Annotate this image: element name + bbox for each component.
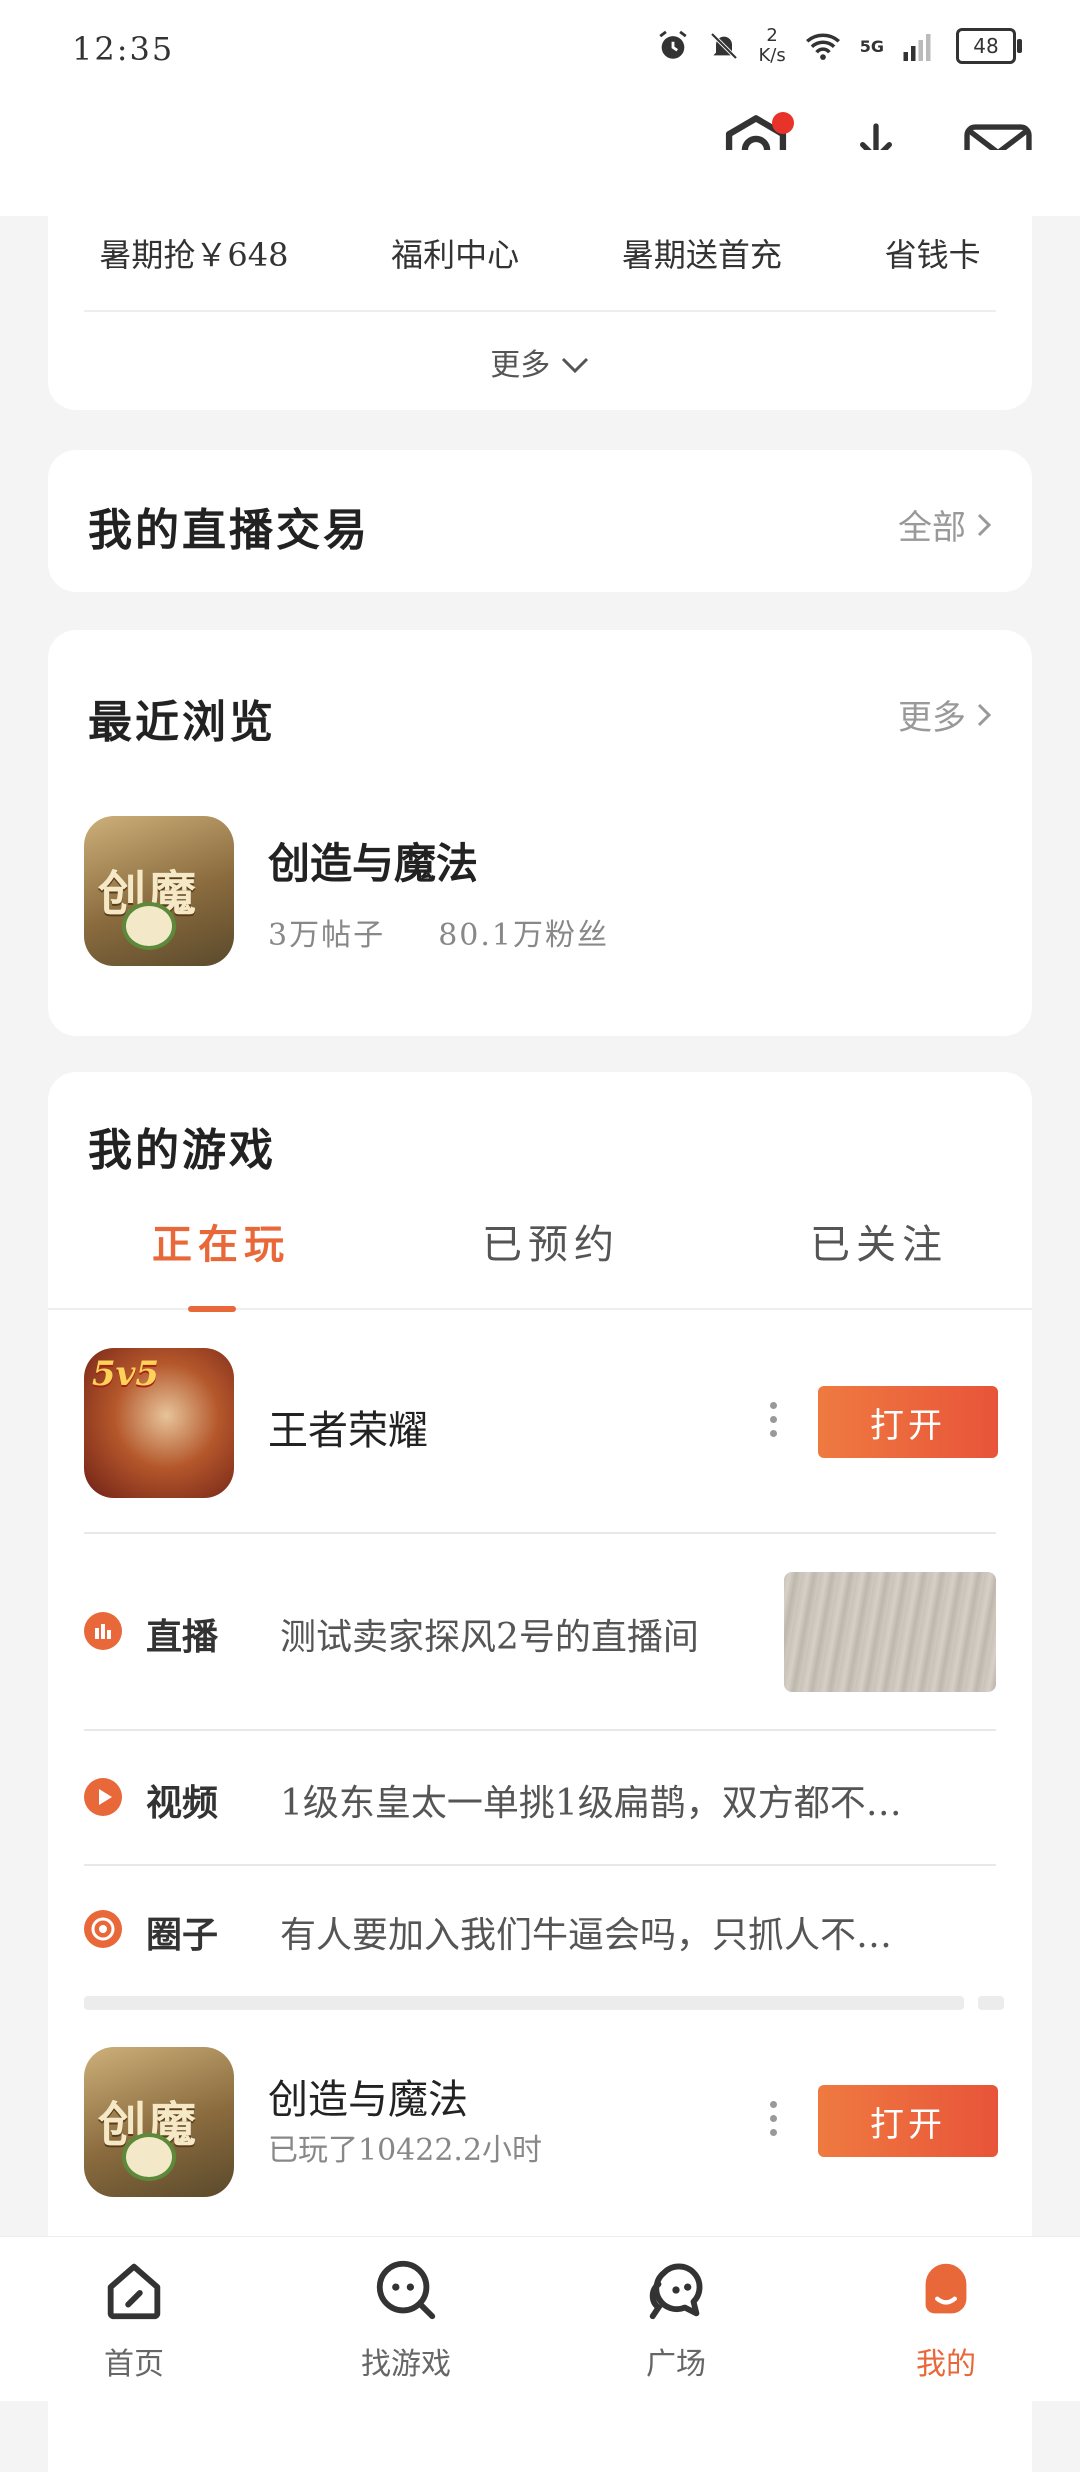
chevron-right-icon	[977, 513, 992, 536]
quick-menu-card: 暑期抢￥648 福利中心 暑期送首充 省钱卡 更多	[48, 150, 1032, 410]
game-tabs: 正在玩 已预约 已关注	[48, 1212, 1032, 1312]
quick-item-summer-first-charge[interactable]: 暑期送首充	[622, 230, 782, 276]
divider	[84, 1729, 996, 1731]
game-icon-chuangzao: 创魔	[84, 816, 234, 966]
notification-dot	[772, 112, 794, 134]
bottom-nav: 首页 找游戏 广场 我的	[0, 2236, 1080, 2401]
game-name: 王者荣耀	[268, 1408, 428, 1454]
game-name: 创造与魔法	[268, 2077, 468, 2123]
nav-home[interactable]: 首页	[54, 2255, 214, 2383]
quick-item-summer-648[interactable]: 暑期抢￥648	[99, 230, 288, 276]
profile-icon	[925, 2263, 967, 2314]
nav-square[interactable]: 广场	[596, 2255, 756, 2383]
status-time: 12:35	[72, 30, 175, 68]
open-game-button[interactable]: 打开	[818, 2085, 998, 2157]
quick-menu-items: 暑期抢￥648 福利中心 暑期送首充 省钱卡	[48, 230, 1032, 276]
recent-game-name: 创造与魔法	[268, 839, 479, 888]
feed-text: 1级东皇太一单挑1级扁鹊，双方都不…	[280, 1783, 902, 1824]
all-label: 全部	[898, 508, 966, 548]
recent-title: 最近浏览	[88, 697, 276, 748]
tab-playing[interactable]: 正在玩	[152, 1212, 290, 1270]
chevron-down-icon	[561, 357, 588, 374]
more-label: 更多	[490, 348, 551, 383]
nav-label: 首页	[104, 2347, 164, 2382]
feed-text: 有人要加入我们牛逼会吗，只抓人不…	[280, 1915, 893, 1956]
wifi-icon	[805, 33, 840, 60]
quick-item-welfare-center[interactable]: 福利中心	[391, 230, 519, 276]
tab-followed[interactable]: 已关注	[810, 1212, 948, 1270]
nav-label: 找游戏	[361, 2347, 451, 2382]
feed-circle[interactable]: 圈子 有人要加入我们牛逼会吗，只抓人不…	[84, 1870, 996, 1990]
play-time: 已玩了10422.2小时	[268, 2133, 543, 2168]
feed-video[interactable]: 视频 1级东皇太一单挑1级扁鹊，双方都不…	[84, 1738, 996, 1858]
signal-icon	[903, 34, 931, 61]
network-type: 5G	[859, 36, 884, 56]
mute-bell-icon	[711, 32, 738, 60]
divider	[84, 1864, 996, 1866]
feed-type-label: 视频	[146, 1782, 219, 1824]
recent-browse-card: 最近浏览 更多 创魔 创造与魔法 3万帖子 80.1万粉丝	[48, 630, 1032, 1036]
live-trade-all-link[interactable]: 全部	[898, 500, 992, 549]
recent-more-link[interactable]: 更多	[898, 690, 992, 739]
status-bar: 12:35 2 K/s 5G 48	[0, 0, 1080, 100]
chat-bubbles-icon	[649, 2263, 703, 2320]
nav-label: 广场	[646, 2347, 706, 2382]
scroll-indicator	[978, 1996, 1004, 2010]
expand-more-button[interactable]: 更多	[48, 340, 1032, 384]
fans-count: 80.1万粉丝	[438, 918, 609, 953]
game-row-wangzhe[interactable]: 5v5 王者荣耀 打开	[48, 1348, 1032, 1498]
circle-target-icon	[84, 1910, 122, 1948]
nav-find-game[interactable]: 找游戏	[326, 2255, 486, 2383]
nav-label: 我的	[916, 2347, 976, 2382]
more-link-label: 更多	[898, 698, 966, 738]
home-icon	[107, 2263, 161, 2320]
feed-type-label: 直播	[146, 1616, 219, 1658]
video-play-icon	[84, 1778, 122, 1816]
alarm-icon	[659, 30, 688, 59]
more-options-icon[interactable]	[770, 1402, 778, 1437]
active-tab-indicator	[188, 1306, 236, 1312]
game-icon-wangzhe: 5v5	[84, 1348, 234, 1498]
open-game-button[interactable]: 打开	[818, 1386, 998, 1458]
feed-text: 测试卖家探风2号的直播间	[280, 1617, 699, 1658]
game-icon-chuangzao: 创魔	[84, 2047, 234, 2197]
live-trade-title: 我的直播交易	[88, 505, 370, 556]
nav-mine[interactable]: 我的	[866, 2255, 1026, 2383]
recent-game-stats: 3万帖子 80.1万粉丝	[268, 910, 609, 954]
tab-reserved[interactable]: 已预约	[482, 1212, 620, 1270]
game-row-chuangzao[interactable]: 创魔 创造与魔法 已玩了10422.2小时 打开	[48, 2047, 1032, 2197]
feed-live[interactable]: 直播 测试卖家探风2号的直播间	[84, 1572, 996, 1692]
live-thumbnail	[784, 1572, 996, 1692]
live-icon	[84, 1612, 122, 1650]
battery-indicator: 48	[956, 28, 1022, 64]
posts-count: 3万帖子	[268, 918, 386, 953]
quick-item-saving-card[interactable]: 省钱卡	[885, 230, 981, 276]
chevron-right-icon	[977, 703, 992, 726]
divider	[84, 310, 996, 312]
live-trade-card[interactable]: 我的直播交易 全部	[48, 450, 1032, 592]
divider	[84, 1532, 996, 1534]
net-speed: 2 K/s	[758, 25, 786, 66]
status-icons: 2 K/s 5G 48	[656, 25, 1022, 66]
my-games-title: 我的游戏	[88, 1125, 276, 1176]
game-search-icon	[376, 2260, 436, 2320]
more-options-icon[interactable]	[770, 2101, 778, 2136]
horizontal-scrollbar[interactable]	[84, 1996, 964, 2010]
feed-type-label: 圈子	[146, 1914, 219, 1956]
